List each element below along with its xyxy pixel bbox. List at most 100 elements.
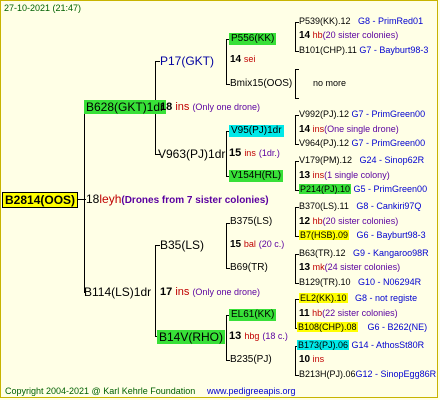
g4-queen[interactable]: B63(TR).12 [299, 248, 346, 258]
g4-line: B370(LS).11 G8 - Cankiri97Q [299, 202, 421, 211]
g2-gen-line: 13 hbg (18 c.) [229, 331, 288, 342]
connector [295, 346, 296, 376]
date-header: 27-10-2021 (21:47) [4, 3, 82, 13]
g2-gen-line: 15 ins (1dr.) [229, 148, 280, 159]
g3-queen[interactable]: EL61(KK) [229, 309, 277, 321]
g4-queen[interactable]: V992(PJ).12 [299, 109, 349, 119]
g4-queen[interactable]: V964(PJ).12 [299, 138, 349, 148]
footer-site[interactable]: www.pedigreeapis.org [207, 387, 296, 396]
g4-gen: 13 [299, 262, 311, 273]
g3-breeder: sei [243, 54, 256, 64]
g4-line: V992(PJ).12 G7 - PrimGreen00 [299, 110, 425, 119]
g4-queen[interactable]: P214(PJ).10 [299, 184, 352, 194]
g1-note: (Only one drone) [192, 102, 260, 112]
g4-line: B173(PJ).06 G14 - AthosSt80R [297, 340, 425, 350]
connector [155, 245, 156, 337]
g3-gen-line: 14 sei [230, 55, 255, 65]
g4-line: B129(TR).10 G10 - N06294R [299, 278, 421, 287]
g4-line: V179(PM).12 G24 - Sinop62R [299, 156, 424, 165]
g1-queen[interactable]: B114(LS)1dr [84, 286, 151, 298]
connector [295, 161, 296, 191]
g4-breeder: hb [312, 30, 323, 40]
root-gen: 18 [86, 192, 100, 206]
g2-breeder: hbg [244, 331, 260, 341]
g4-note: (20 sister colonies) [322, 216, 399, 226]
g2-queen[interactable]: P17(GKT) [160, 55, 214, 67]
g4-queen[interactable]: B173(PJ).06 [297, 340, 350, 350]
connector [226, 131, 227, 177]
g2-queen[interactable]: B14V(RHO) [157, 330, 226, 344]
g4-grade: G14 - AthosSt80R [351, 340, 425, 350]
g2-gen: 13 [229, 330, 242, 342]
g4-grade: G8 - Cankiri97Q [356, 201, 422, 211]
g4-grade: G24 - Sinop62R [359, 155, 425, 165]
g4-line: 12 hb(20 sister colonies) [299, 217, 398, 227]
connector [226, 315, 227, 361]
g4-queen[interactable]: P539(KK).12 [299, 16, 351, 26]
g4-gen: 14 [299, 30, 311, 41]
connector [295, 115, 296, 145]
g2-queen[interactable]: B35(LS) [160, 239, 204, 251]
g4-queen[interactable]: B101(CHP).11 [299, 45, 357, 55]
g4-queen[interactable]: B108(CHP).08 [297, 322, 358, 332]
g3-queen[interactable]: Bmix15(OOS) [230, 79, 292, 89]
g4-queen[interactable]: EL2(KK).10 [299, 293, 348, 303]
g3-queen[interactable]: V95(PJ)1dr [229, 125, 284, 137]
g4-line: B108(CHP).08 G6 - B262(NE) [297, 322, 428, 332]
g4-queen[interactable]: V179(PM).12 [299, 155, 352, 165]
g4-breeder: mk [312, 262, 325, 272]
g4-gen: 11 [299, 308, 310, 319]
g1-note: (Only one drone) [192, 287, 260, 297]
g4-line: 14 hb(20 sister colonies) [299, 31, 398, 41]
g4-queen[interactable]: B213H(PJ).06 [299, 369, 356, 379]
g4-grade: G9 - Kangaroo98R [353, 248, 429, 258]
g4-note: (One single drone) [324, 124, 399, 134]
g3-gen: 14 [230, 54, 242, 65]
g4-grade: G10 - N06294R [358, 277, 422, 287]
g4-grade: G7 - PrimGreen00 [351, 109, 426, 119]
g4-note: (1 single colony) [324, 170, 390, 180]
g1-gen-line: 18 ins (Only one drone) [160, 102, 260, 113]
g4-line: P214(PJ).10 G5 - PrimGreen00 [299, 184, 428, 194]
connector [226, 223, 227, 269]
root-breeder: leyh [99, 192, 122, 206]
g4-line: 11 hb(22 sister colonies) [299, 309, 398, 319]
g3-queen[interactable]: B375(LS) [230, 217, 272, 227]
g4-grade: G5 - PrimGreen00 [353, 184, 428, 194]
g4-line: B101(CHP).11 G7 - Bayburt98-3 [299, 46, 428, 55]
g4-line: 13 ins(1 single colony) [299, 171, 390, 181]
g4-grade: G8 - PrimRed01 [358, 16, 424, 26]
g2-note: (1dr.) [258, 148, 280, 158]
connector [295, 69, 296, 99]
g4-queen[interactable]: B7(HSB).09 [299, 230, 350, 240]
g4-queen[interactable]: B129(TR).10 [299, 277, 351, 287]
g3-queen[interactable]: B69(TR) [230, 263, 268, 273]
g4-line: B63(TR).12 G9 - Kangaroo98R [299, 249, 429, 258]
g4-grade: G7 - PrimGreen00 [351, 138, 426, 148]
g4-line: 10 ins [299, 355, 324, 365]
g4-line: 13 mk(24 sister colonies) [299, 263, 400, 273]
g3-queen[interactable]: V154H(RL) [229, 170, 284, 182]
connector [295, 207, 296, 237]
g4-note: (24 sister colonies) [324, 262, 401, 272]
g4-queen[interactable]: B370(LS).11 [299, 201, 349, 211]
connector [295, 299, 296, 329]
g4-note: (22 sister colonies) [322, 308, 398, 318]
g3-queen[interactable]: P556(KK) [229, 33, 277, 45]
g4-line: B213H(PJ).06G12 - SinopEgg86R [299, 370, 436, 379]
g4-gen: 12 [299, 216, 311, 227]
connector [295, 69, 299, 70]
g2-queen[interactable]: V963(PJ)1dr [158, 148, 225, 160]
g2-breeder: ins [244, 148, 256, 158]
connector [295, 98, 299, 99]
g4-grade: G6 - B262(NE) [367, 322, 428, 332]
g1-gen-line: 17 ins (Only one drone) [160, 287, 260, 298]
g4-breeder: hb [312, 308, 323, 318]
g4-line: P539(KK).12 G8 - PrimRed01 [299, 17, 423, 26]
g3-queen[interactable]: B235(PJ) [230, 355, 272, 365]
g1-queen[interactable]: B628(GKT)1dr [84, 100, 167, 114]
g4-gen: 14 [299, 124, 311, 135]
root-queen[interactable]: B2814(OOS) [2, 192, 79, 208]
g2-note: (18 c.) [262, 331, 288, 341]
g4-breeder: ins [312, 354, 325, 364]
